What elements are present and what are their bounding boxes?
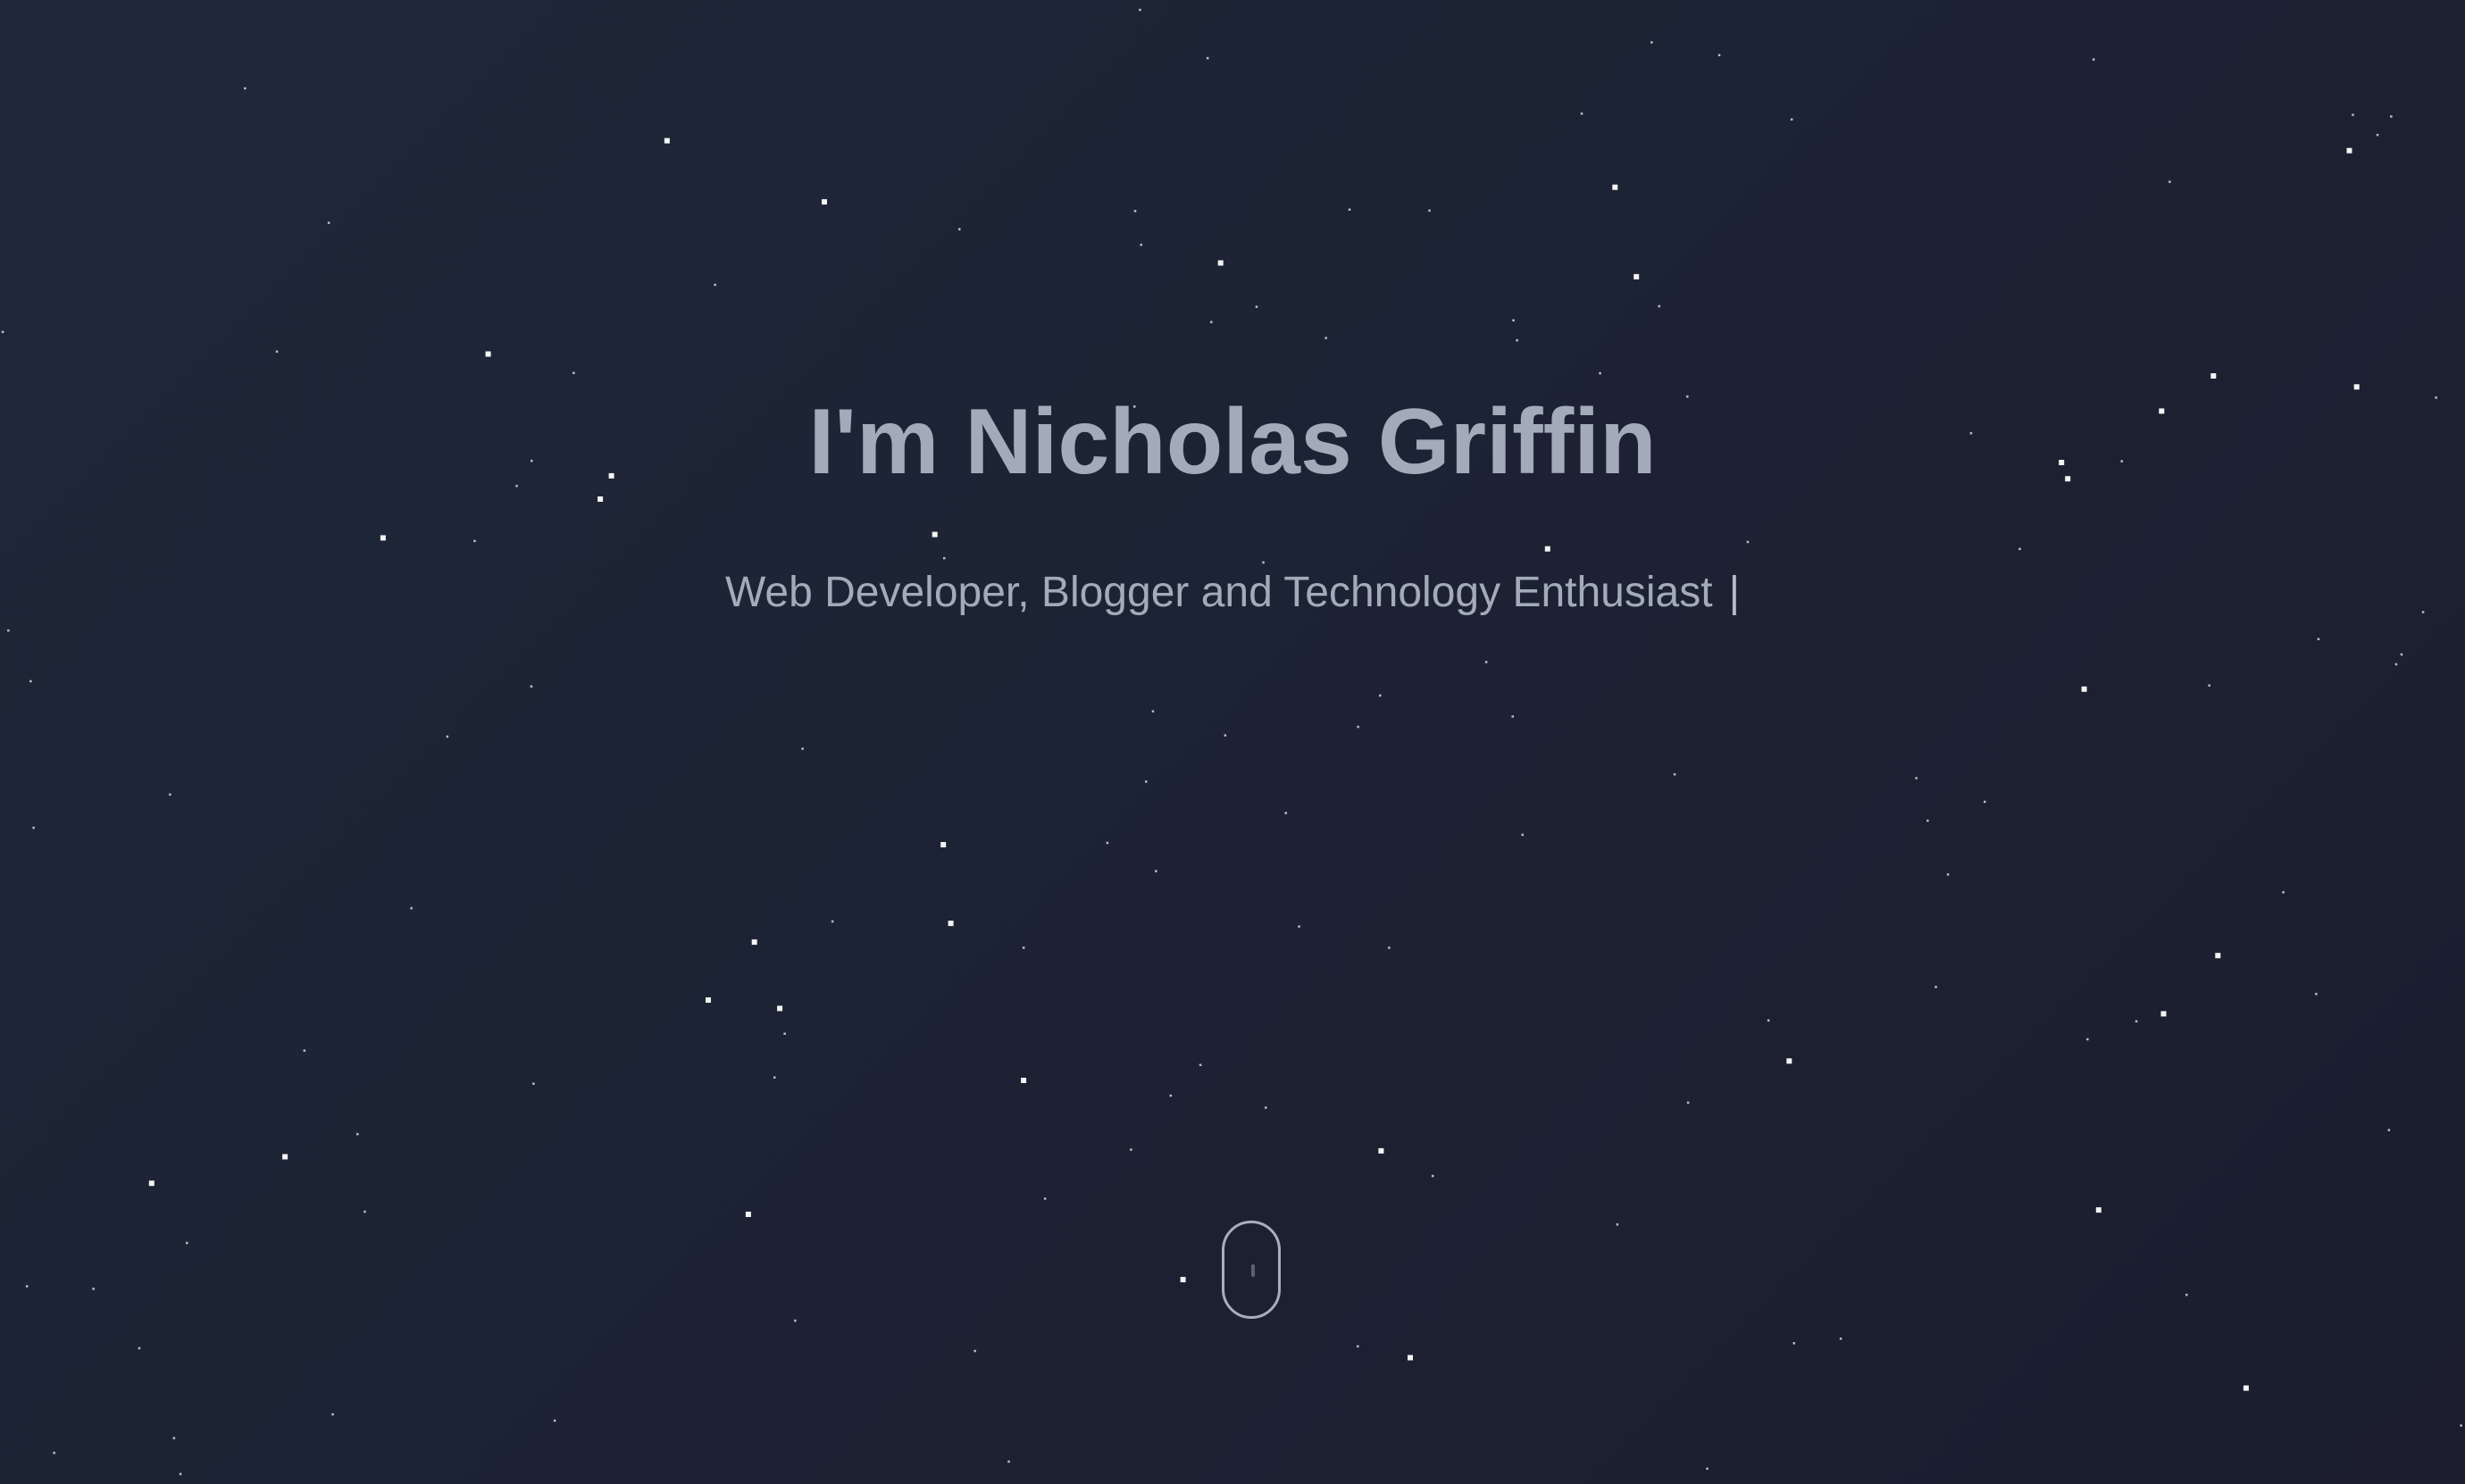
typing-cursor: | [1728, 569, 1741, 616]
mouse-wheel-icon [1251, 1264, 1255, 1277]
page-title: I'm Nicholas Griffin [808, 390, 1657, 494]
hero-subtitle: Web Developer, Blogger and Technology En… [0, 563, 2465, 623]
scroll-down-mouse-icon[interactable] [1222, 1221, 1281, 1319]
typed-text: Web Developer, Blogger and Technology En… [724, 569, 1713, 616]
hero-section: I'm Nicholas Griffin Web Developer, Blog… [0, 0, 2465, 1484]
